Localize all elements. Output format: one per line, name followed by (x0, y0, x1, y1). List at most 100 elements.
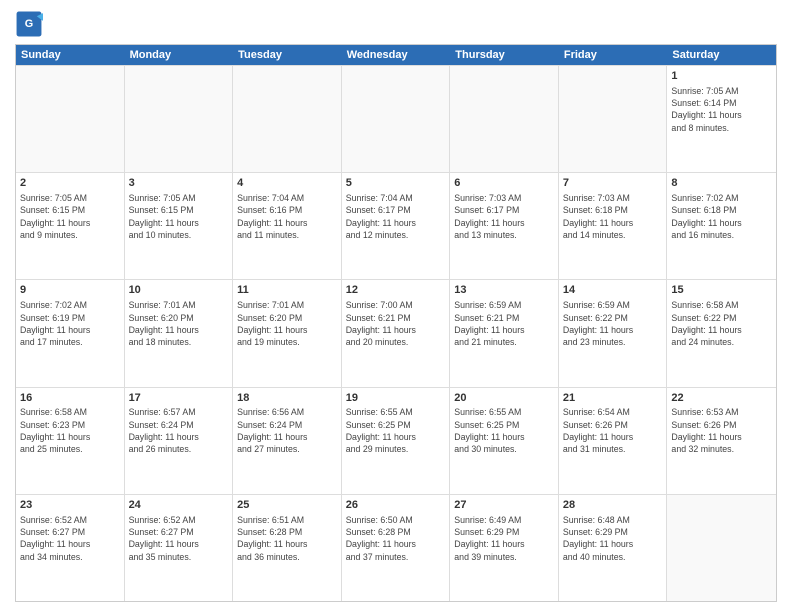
calendar: SundayMondayTuesdayWednesdayThursdayFrid… (15, 44, 777, 602)
day-number: 17 (129, 391, 229, 406)
day-number: 26 (346, 498, 446, 513)
calendar-cell: 15Sunrise: 6:58 AM Sunset: 6:22 PM Dayli… (667, 280, 776, 386)
cell-info: Sunrise: 6:56 AM Sunset: 6:24 PM Dayligh… (237, 406, 337, 455)
calendar-cell: 24Sunrise: 6:52 AM Sunset: 6:27 PM Dayli… (125, 495, 234, 601)
day-number: 5 (346, 176, 446, 191)
day-number: 6 (454, 176, 554, 191)
cell-info: Sunrise: 6:55 AM Sunset: 6:25 PM Dayligh… (346, 406, 446, 455)
cell-info: Sunrise: 7:01 AM Sunset: 6:20 PM Dayligh… (237, 299, 337, 348)
cell-info: Sunrise: 7:03 AM Sunset: 6:18 PM Dayligh… (563, 192, 663, 241)
calendar-cell: 2Sunrise: 7:05 AM Sunset: 6:15 PM Daylig… (16, 173, 125, 279)
day-number: 20 (454, 391, 554, 406)
calendar-cell: 25Sunrise: 6:51 AM Sunset: 6:28 PM Dayli… (233, 495, 342, 601)
cell-info: Sunrise: 6:52 AM Sunset: 6:27 PM Dayligh… (129, 514, 229, 563)
day-number: 21 (563, 391, 663, 406)
calendar-cell: 1Sunrise: 7:05 AM Sunset: 6:14 PM Daylig… (667, 66, 776, 172)
calendar-cell: 7Sunrise: 7:03 AM Sunset: 6:18 PM Daylig… (559, 173, 668, 279)
logo-icon: G (15, 10, 43, 38)
day-number: 9 (20, 283, 120, 298)
cell-info: Sunrise: 6:58 AM Sunset: 6:23 PM Dayligh… (20, 406, 120, 455)
header-day-monday: Monday (125, 45, 234, 65)
day-number: 4 (237, 176, 337, 191)
day-number: 28 (563, 498, 663, 513)
calendar-cell (450, 66, 559, 172)
cell-info: Sunrise: 7:03 AM Sunset: 6:17 PM Dayligh… (454, 192, 554, 241)
calendar-cell (16, 66, 125, 172)
cell-info: Sunrise: 7:04 AM Sunset: 6:16 PM Dayligh… (237, 192, 337, 241)
calendar-cell: 12Sunrise: 7:00 AM Sunset: 6:21 PM Dayli… (342, 280, 451, 386)
cell-info: Sunrise: 6:52 AM Sunset: 6:27 PM Dayligh… (20, 514, 120, 563)
cell-info: Sunrise: 7:04 AM Sunset: 6:17 PM Dayligh… (346, 192, 446, 241)
calendar-cell: 14Sunrise: 6:59 AM Sunset: 6:22 PM Dayli… (559, 280, 668, 386)
cell-info: Sunrise: 6:50 AM Sunset: 6:28 PM Dayligh… (346, 514, 446, 563)
header-day-friday: Friday (559, 45, 668, 65)
cell-info: Sunrise: 7:02 AM Sunset: 6:19 PM Dayligh… (20, 299, 120, 348)
day-number: 11 (237, 283, 337, 298)
calendar-cell (342, 66, 451, 172)
day-number: 10 (129, 283, 229, 298)
cell-info: Sunrise: 6:57 AM Sunset: 6:24 PM Dayligh… (129, 406, 229, 455)
cell-info: Sunrise: 7:05 AM Sunset: 6:14 PM Dayligh… (671, 85, 772, 134)
header-day-saturday: Saturday (667, 45, 776, 65)
day-number: 15 (671, 283, 772, 298)
calendar-cell: 26Sunrise: 6:50 AM Sunset: 6:28 PM Dayli… (342, 495, 451, 601)
cell-info: Sunrise: 7:02 AM Sunset: 6:18 PM Dayligh… (671, 192, 772, 241)
header: G (15, 10, 777, 38)
header-day-wednesday: Wednesday (342, 45, 451, 65)
calendar-cell (125, 66, 234, 172)
svg-text:G: G (25, 18, 33, 30)
header-day-thursday: Thursday (450, 45, 559, 65)
cell-info: Sunrise: 6:55 AM Sunset: 6:25 PM Dayligh… (454, 406, 554, 455)
logo: G (15, 10, 45, 38)
calendar-cell (233, 66, 342, 172)
day-number: 12 (346, 283, 446, 298)
calendar-cell: 13Sunrise: 6:59 AM Sunset: 6:21 PM Dayli… (450, 280, 559, 386)
calendar-cell: 28Sunrise: 6:48 AM Sunset: 6:29 PM Dayli… (559, 495, 668, 601)
calendar-cell: 21Sunrise: 6:54 AM Sunset: 6:26 PM Dayli… (559, 388, 668, 494)
cell-info: Sunrise: 6:51 AM Sunset: 6:28 PM Dayligh… (237, 514, 337, 563)
cell-info: Sunrise: 7:05 AM Sunset: 6:15 PM Dayligh… (129, 192, 229, 241)
cell-info: Sunrise: 7:01 AM Sunset: 6:20 PM Dayligh… (129, 299, 229, 348)
cell-info: Sunrise: 6:48 AM Sunset: 6:29 PM Dayligh… (563, 514, 663, 563)
calendar-body: 1Sunrise: 7:05 AM Sunset: 6:14 PM Daylig… (16, 65, 776, 601)
calendar-row-4: 23Sunrise: 6:52 AM Sunset: 6:27 PM Dayli… (16, 494, 776, 601)
day-number: 14 (563, 283, 663, 298)
cell-info: Sunrise: 6:53 AM Sunset: 6:26 PM Dayligh… (671, 406, 772, 455)
day-number: 13 (454, 283, 554, 298)
calendar-cell (667, 495, 776, 601)
calendar-cell: 18Sunrise: 6:56 AM Sunset: 6:24 PM Dayli… (233, 388, 342, 494)
calendar-header: SundayMondayTuesdayWednesdayThursdayFrid… (16, 45, 776, 65)
calendar-cell: 23Sunrise: 6:52 AM Sunset: 6:27 PM Dayli… (16, 495, 125, 601)
calendar-cell: 27Sunrise: 6:49 AM Sunset: 6:29 PM Dayli… (450, 495, 559, 601)
calendar-cell (559, 66, 668, 172)
day-number: 25 (237, 498, 337, 513)
cell-info: Sunrise: 6:59 AM Sunset: 6:21 PM Dayligh… (454, 299, 554, 348)
cell-info: Sunrise: 6:59 AM Sunset: 6:22 PM Dayligh… (563, 299, 663, 348)
calendar-cell: 16Sunrise: 6:58 AM Sunset: 6:23 PM Dayli… (16, 388, 125, 494)
calendar-cell: 9Sunrise: 7:02 AM Sunset: 6:19 PM Daylig… (16, 280, 125, 386)
calendar-row-3: 16Sunrise: 6:58 AM Sunset: 6:23 PM Dayli… (16, 387, 776, 494)
day-number: 7 (563, 176, 663, 191)
calendar-cell: 3Sunrise: 7:05 AM Sunset: 6:15 PM Daylig… (125, 173, 234, 279)
day-number: 8 (671, 176, 772, 191)
cell-info: Sunrise: 6:49 AM Sunset: 6:29 PM Dayligh… (454, 514, 554, 563)
day-number: 16 (20, 391, 120, 406)
calendar-cell: 8Sunrise: 7:02 AM Sunset: 6:18 PM Daylig… (667, 173, 776, 279)
day-number: 19 (346, 391, 446, 406)
calendar-row-2: 9Sunrise: 7:02 AM Sunset: 6:19 PM Daylig… (16, 279, 776, 386)
cell-info: Sunrise: 6:54 AM Sunset: 6:26 PM Dayligh… (563, 406, 663, 455)
header-day-sunday: Sunday (16, 45, 125, 65)
cell-info: Sunrise: 7:00 AM Sunset: 6:21 PM Dayligh… (346, 299, 446, 348)
day-number: 18 (237, 391, 337, 406)
cell-info: Sunrise: 6:58 AM Sunset: 6:22 PM Dayligh… (671, 299, 772, 348)
day-number: 1 (671, 69, 772, 84)
day-number: 23 (20, 498, 120, 513)
page: G SundayMondayTuesdayWednesdayThursdayFr… (0, 0, 792, 612)
day-number: 22 (671, 391, 772, 406)
calendar-row-0: 1Sunrise: 7:05 AM Sunset: 6:14 PM Daylig… (16, 65, 776, 172)
calendar-cell: 17Sunrise: 6:57 AM Sunset: 6:24 PM Dayli… (125, 388, 234, 494)
calendar-cell: 20Sunrise: 6:55 AM Sunset: 6:25 PM Dayli… (450, 388, 559, 494)
day-number: 2 (20, 176, 120, 191)
day-number: 24 (129, 498, 229, 513)
calendar-cell: 5Sunrise: 7:04 AM Sunset: 6:17 PM Daylig… (342, 173, 451, 279)
